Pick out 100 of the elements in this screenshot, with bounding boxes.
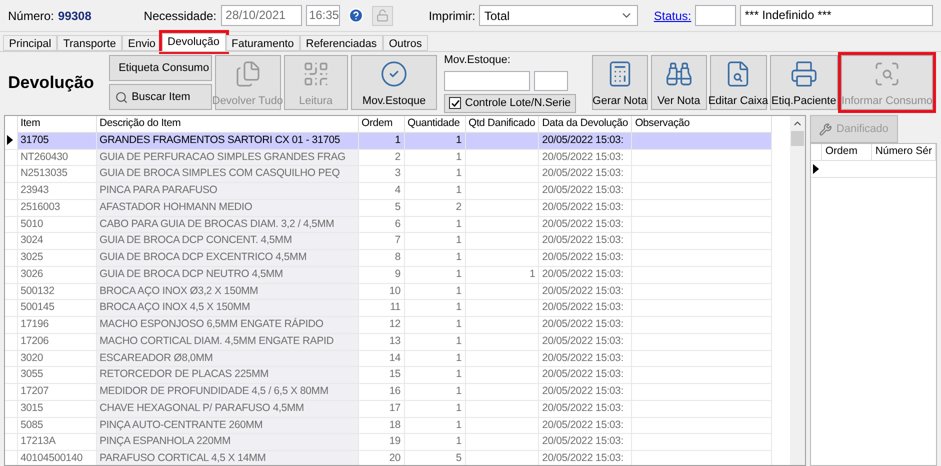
table-cell: 1 (465, 266, 539, 283)
tab[interactable]: Faturamento (226, 35, 300, 51)
table-cell: 4 (358, 182, 404, 200)
table-row[interactable]: 3055 RETORCEDOR DE PLACAS 225MM 15 1 20/05/2022 15:03: (5, 366, 772, 384)
table-cell: 17206 (17, 333, 96, 350)
table-cell: 1 (404, 434, 465, 450)
table-cell: PINÇA AUTO-CENTRANTE 260MM (96, 417, 358, 434)
table-cell: 3015 (17, 400, 96, 417)
toolbar-button[interactable]: Ver Nota (650, 55, 707, 110)
column-header[interactable]: Descrição do Item (96, 116, 358, 132)
column-header[interactable]: Observação (632, 116, 772, 132)
table-row[interactable]: NT260430 GUIA DE PERFURACAO SIMPLES GRANDES FRAG 2 1 20/05/2022 15:03: (5, 149, 772, 166)
table-row[interactable]: 23943 PINCA PARA PARAFUSO 4 1 20/05/2022 15:03: (5, 182, 772, 200)
table-row[interactable]: N2513035 GUIA DE BROCA SIMPLES COM CASQUILHO PEQ 3 1 20/05/2022 15:03: (5, 166, 772, 182)
toolbar-button[interactable]: Gerar Nota (592, 55, 648, 110)
table-row[interactable]: 3015 CHAVE HEXAGONAL P/ PARAFUSO 4,5MM 17 1 20/05/2022 15:03: (5, 400, 772, 417)
table-row[interactable]: 31705 GRANDES FRAGMENTOS SARTORI CX 01 - 31705 1 1 20/05/2022 15:03: (5, 132, 772, 149)
table-row[interactable]: 17206 MACHO CORTICAL DIAM. 4,5MM ENGATE RAPID 13 1 20/05/2022 15:03: (5, 333, 772, 350)
time-field[interactable]: 16:35 (306, 5, 340, 26)
table-row[interactable]: 17196 MACHO ESPONJOSO 6,5MM ENGATE RÁPIDO 12 1 20/05/2022 15:03: (5, 316, 772, 334)
small-button[interactable]: Buscar Item (108, 84, 212, 110)
table-cell: 10 (358, 283, 404, 300)
table-cell: PARAFUSO CORTICAL 4,5 X 14MM (96, 450, 358, 465)
table-cell: RETORCEDOR DE PLACAS 225MM (96, 366, 358, 384)
tab[interactable]: Referenciadas (300, 35, 383, 51)
table-cell: 3055 (17, 366, 96, 384)
table-cell: 5085 (17, 417, 96, 434)
table-cell: 11 (358, 300, 404, 316)
print-dropdown[interactable]: Total (479, 5, 638, 26)
column-header[interactable]: Qtd Danificado (465, 116, 539, 132)
status-link[interactable]: Status: (654, 6, 692, 24)
help-icon[interactable] (348, 7, 364, 24)
table-row[interactable]: 3024 GUIA DE BROCA DCP CONCENT. 4,5MM 7 1 20/05/2022 15:03: (5, 232, 772, 250)
table-cell: 1 (404, 250, 465, 266)
tab[interactable]: Outros (382, 35, 428, 51)
column-header[interactable]: Ordem (822, 144, 872, 160)
table-cell: 1 (404, 132, 465, 149)
table-row[interactable]: 17213A PINÇA ESPANHOLA 220MM 19 1 20/05/2022 15:03: (5, 434, 772, 450)
table-cell: 20/05/2022 15:03: (538, 166, 632, 182)
column-header[interactable]: Item (17, 116, 96, 132)
toolbar-icon (873, 60, 901, 88)
table-cell: 20/05/2022 15:03: (538, 417, 632, 434)
table-cell: BROCA AÇO INOX Ø3,2 X 150MM (96, 283, 358, 300)
table-row[interactable]: 500145 BROCA AÇO INOX 4,5 X 150MM 11 1 20/05/2022 15:03: (5, 300, 772, 316)
table-cell: 20/05/2022 15:03: (538, 132, 632, 149)
column-header[interactable]: Quantidade (404, 116, 465, 132)
table-row[interactable]: 5010 CABO PARA GUIA DE BROCAS DIAM. 3,2 / 4,5MM 6 1 20/05/2022 15:03: (5, 216, 772, 233)
scroll-thumb[interactable] (791, 131, 804, 146)
toolbar-icon (790, 60, 818, 88)
tab[interactable]: Principal (3, 35, 58, 51)
toolbar-button[interactable]: Editar Caixa (710, 55, 767, 110)
toolbar-button[interactable]: Etiq.Paciente (770, 55, 838, 110)
tab[interactable]: Transporte (57, 35, 122, 51)
table-row[interactable]: 3020 ESCAREADOR Ø8,0MM 14 1 20/05/2022 15:03: (5, 350, 772, 367)
table-row[interactable]: 2516003 AFASTADOR HOHMANN MEDIO 5 2 20/05/2022 15:03: (5, 199, 772, 216)
lot-checkbox[interactable]: Controle Lote/N.Serie (444, 94, 576, 113)
table-cell: 40104500140 (17, 450, 96, 465)
table-cell: 20/05/2022 15:03: (538, 250, 632, 266)
status-text-field[interactable]: *** Indefinido *** (740, 5, 933, 26)
toolbar-button[interactable]: Mov.Estoque (351, 55, 437, 110)
table-cell: MACHO CORTICAL DIAM. 4,5MM ENGATE RAPID (96, 333, 358, 350)
date-field[interactable]: 28/10/2021 (220, 5, 302, 26)
column-header[interactable]: Número Sér (872, 144, 936, 160)
table-cell: 2 (404, 199, 465, 216)
table-cell: N2513035 (17, 166, 96, 182)
table-cell: MEDIDOR DE PROFUNDIDADE 4,5 / 6,5 X 80MM (96, 384, 358, 400)
stock-field[interactable] (444, 70, 530, 91)
table-row[interactable]: 500132 BROCA AÇO INOX Ø3,2 X 150MM 10 1 20/05/2022 15:03: (5, 283, 772, 300)
lock-button[interactable] (372, 6, 393, 26)
table-cell: 1 (404, 232, 465, 250)
table-cell: 18 (358, 417, 404, 434)
table-cell: 16 (358, 384, 404, 400)
table-row[interactable]: 5085 PINÇA AUTO-CENTRANTE 260MM 18 1 20/05/2022 15:03: (5, 417, 772, 434)
table-cell: 500132 (17, 283, 96, 300)
table-cell: 20/05/2022 15:03: (538, 283, 632, 300)
table-row[interactable]: 40104500140 PARAFUSO CORTICAL 4,5 X 14MM 20 5 20/05/2022 15:03: (5, 450, 772, 465)
table-row[interactable]: 3025 GUIA DE BROCA DCP EXCENTRICO 4,5MM 8 1 20/05/2022 15:03: (5, 250, 772, 266)
table-cell: 1 (404, 350, 465, 367)
table-cell: 1 (404, 266, 465, 283)
column-header[interactable]: Data da Devolução (538, 116, 632, 132)
scrollbar[interactable] (790, 116, 806, 465)
table-cell: 20/05/2022 15:03: (538, 350, 632, 367)
table-row[interactable]: 3026 GUIA DE BROCA DCP NEUTRO 4,5MM 9 1 1 20/05/2022 15:03: (5, 266, 772, 283)
table-cell: 1 (404, 149, 465, 166)
table-cell: 31705 (17, 132, 96, 149)
table-cell: GRANDES FRAGMENTOS SARTORI CX 01 - 31705 (96, 132, 358, 149)
number-label: Número: (8, 8, 54, 24)
tab[interactable]: Envio (122, 35, 162, 51)
table-cell: 13 (358, 333, 404, 350)
table-cell: 20/05/2022 15:03: (538, 333, 632, 350)
toolbar-icon (234, 60, 262, 88)
table-cell: BROCA AÇO INOX 4,5 X 150MM (96, 300, 358, 316)
table-row[interactable]: 17207 MEDIDOR DE PROFUNDIDADE 4,5 / 6,5 X 80MM 16 1 20/05/2022 15:03: (5, 384, 772, 400)
status-code-field[interactable] (695, 5, 736, 26)
small-button[interactable]: Etiqueta Consumo (108, 55, 212, 81)
column-header[interactable]: Ordem (358, 116, 404, 132)
table-cell: 8 (358, 250, 404, 266)
table-cell: 3020 (17, 350, 96, 367)
stock-field[interactable] (534, 70, 568, 91)
table-cell: 12 (358, 316, 404, 334)
